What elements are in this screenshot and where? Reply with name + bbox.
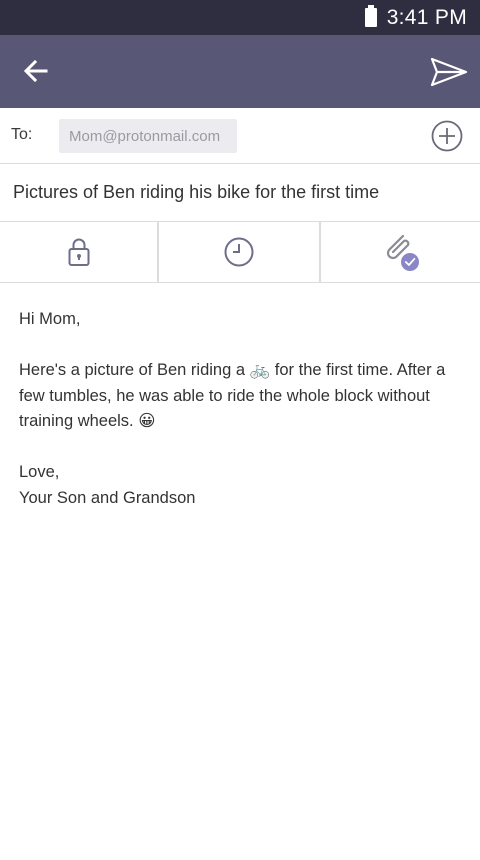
send-icon: [430, 57, 468, 87]
app-bar: [0, 35, 480, 108]
check-badge-icon: [400, 253, 419, 271]
clock-icon: [224, 237, 254, 267]
message-paragraph: Here's a picture of Ben riding a 🚲 for t…: [19, 358, 464, 435]
status-bar: 3:41 PM: [0, 0, 480, 35]
subject-field[interactable]: Pictures of Ben riding his bike for the …: [0, 164, 480, 222]
smile-emoji: 😀: [138, 412, 156, 430]
to-label: To:: [11, 126, 33, 143]
subject-text: Pictures of Ben riding his bike for the …: [13, 182, 380, 202]
message-greeting: Hi Mom,: [19, 310, 81, 328]
arrow-left-icon: [23, 59, 48, 83]
message-signature: Your Son and Grandson: [19, 488, 196, 507]
recipient-address: Mom@protonmail.com: [69, 127, 221, 145]
back-button[interactable]: [14, 51, 58, 91]
encrypt-button[interactable]: [0, 222, 159, 282]
to-row: To: Mom@protonmail.com: [0, 108, 480, 164]
send-button[interactable]: [424, 51, 474, 93]
lock-icon: [68, 238, 89, 266]
expiration-button[interactable]: [159, 222, 321, 282]
add-recipient-button[interactable]: [430, 119, 464, 153]
recipient-chip[interactable]: Mom@protonmail.com: [59, 119, 237, 153]
status-time: 3:41 PM: [386, 5, 467, 29]
bicycle-emoji: 🚲: [249, 361, 271, 379]
plus-circle-icon: [431, 120, 463, 152]
attachment-button[interactable]: [321, 222, 480, 282]
message-paragraph-part1: Here's a picture of Ben riding a: [19, 361, 246, 379]
message-closing: Love,: [19, 463, 60, 481]
message-body[interactable]: Hi Mom, Here's a picture of Ben riding a…: [19, 307, 464, 511]
paperclip-icon: [386, 234, 419, 271]
compose-actions: [0, 222, 480, 283]
battery-icon: [364, 5, 377, 27]
